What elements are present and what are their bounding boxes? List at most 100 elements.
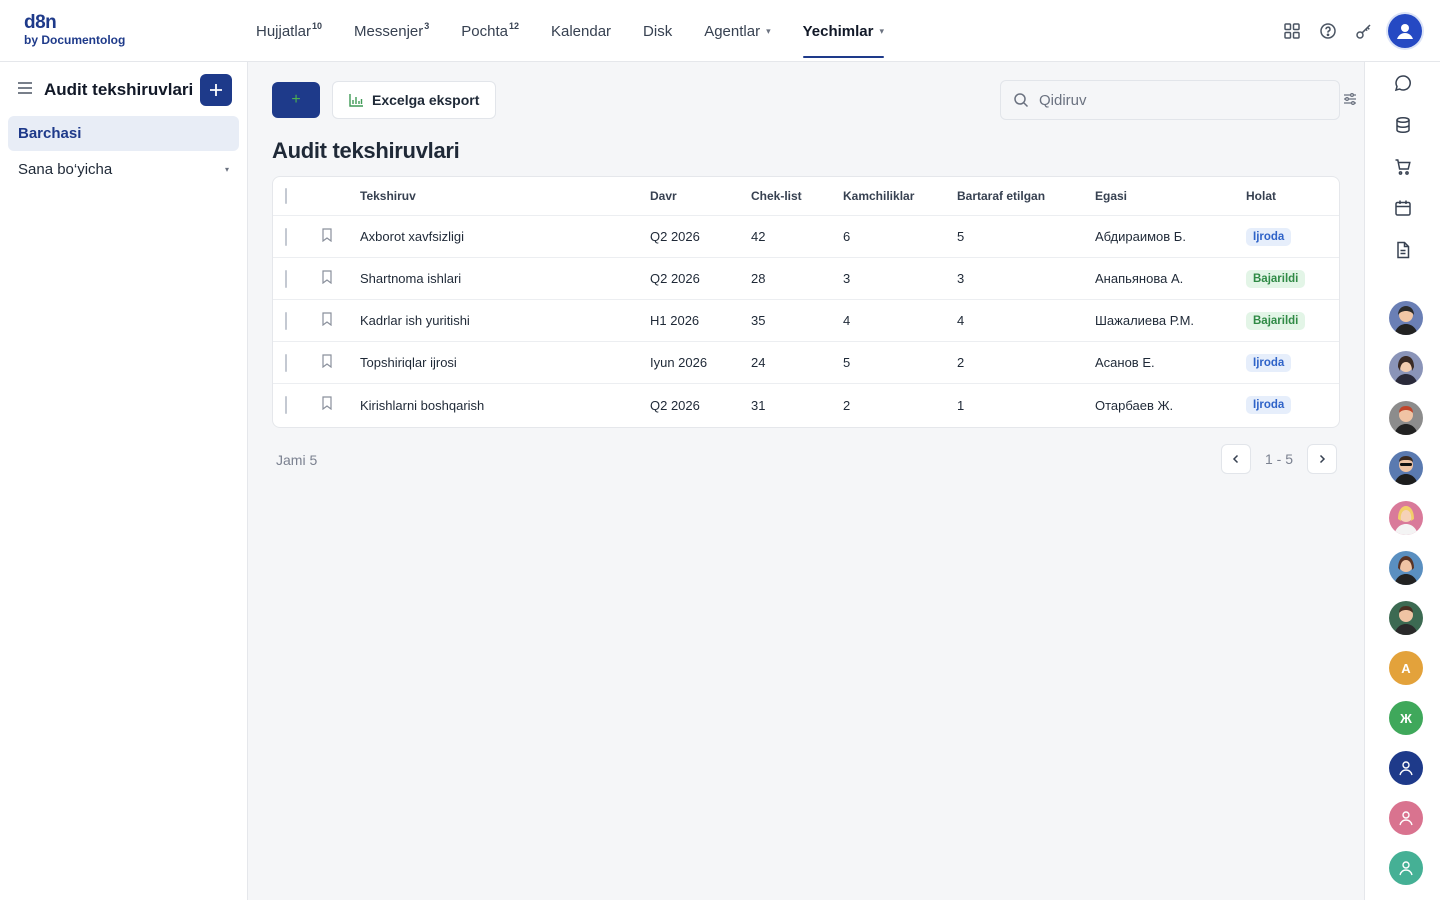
cell-bartaraf-etilgan: 4 [957, 313, 965, 328]
bookmark-icon[interactable] [321, 228, 333, 245]
cell-egasi: Шажалиева Р.М. [1095, 313, 1195, 328]
status-badge: Ijroda [1246, 396, 1292, 414]
nav-count-badge: 3 [424, 21, 430, 31]
column-resize-handle[interactable] [285, 188, 287, 204]
cell-kamchiliklar: 6 [843, 229, 851, 244]
table-row[interactable]: Kadrlar ish yuritishi H1 2026 35 4 4 Шаж… [273, 300, 1339, 342]
contact-avatar[interactable] [1389, 351, 1423, 385]
row-drag-handle[interactable] [285, 396, 287, 414]
nav-item-kalendar[interactable]: Kalendar [551, 0, 611, 62]
sidebar-item-sana-boyicha[interactable]: Sana bo‘yicha ▾ [8, 152, 239, 187]
cell-holat: Ijroda [1246, 216, 1292, 257]
row-drag-handle[interactable] [285, 354, 287, 372]
apps-grid-icon[interactable] [1274, 13, 1310, 49]
nav-label: Yechimlar [802, 22, 874, 40]
cell-tekshiruv: Kirishlarni boshqarish [360, 397, 485, 413]
add-audit-button[interactable]: + [272, 82, 320, 118]
sidebar-item-barchasi[interactable]: Barchasi [8, 116, 239, 151]
contact-avatar-initial[interactable]: A [1389, 651, 1423, 685]
help-icon[interactable] [1310, 13, 1346, 49]
menu-icon[interactable] [16, 79, 34, 102]
contact-avatar[interactable] [1389, 451, 1423, 485]
cell-davr: Q2 2026 [650, 397, 700, 413]
bar-chart-icon [349, 93, 364, 107]
cart-icon[interactable] [1391, 155, 1415, 179]
row-drag-handle[interactable] [285, 312, 287, 330]
prev-page-button[interactable] [1221, 444, 1251, 474]
column-header-davr[interactable]: Davr [650, 177, 677, 215]
nav-item-yechimlar[interactable]: Yechimlar ▾ [802, 0, 885, 62]
contact-avatar[interactable] [1389, 401, 1423, 435]
cell-egasi: Абдираимов Б. [1095, 229, 1186, 244]
key-icon[interactable] [1346, 13, 1382, 49]
cell-kamchiliklar: 3 [843, 271, 851, 286]
bookmark-icon[interactable] [321, 396, 333, 413]
contact-avatar[interactable] [1389, 601, 1423, 635]
cell-holat: Ijroda [1246, 342, 1292, 383]
table-row[interactable]: Topshiriqlar ijrosi Iyun 2026 24 5 2 Аса… [273, 342, 1339, 384]
column-header-holat[interactable]: Holat [1246, 177, 1276, 215]
cell-holat: Ijroda [1246, 384, 1292, 426]
table-row[interactable]: Axborot xavfsizligi Q2 2026 42 6 5 Абдир… [273, 216, 1339, 258]
nav-item-hujjatlar[interactable]: Hujjatlar 10 [256, 0, 322, 62]
search-input[interactable] [1039, 91, 1319, 109]
left-sidebar: Audit tekshiruvlari Barchasi Sana bo‘yic… [0, 62, 248, 900]
sidebar-item-label: Sana bo‘yicha [18, 161, 113, 178]
cell-chek-list: 35 [751, 313, 766, 328]
contact-avatar[interactable] [1389, 501, 1423, 535]
app-logo[interactable]: d8n by Documentolog [24, 12, 125, 48]
export-label: Excelga eksport [372, 92, 480, 108]
cell-bartaraf-etilgan: 5 [957, 229, 965, 244]
document-icon[interactable] [1391, 238, 1415, 262]
main-content: + Excelga eksport Audit tekshiruvlari Te… [248, 62, 1364, 900]
contact-avatar-user-icon[interactable] [1389, 751, 1423, 785]
column-header-tekshiruv[interactable]: Tekshiruv [360, 177, 416, 215]
cell-tekshiruv: Topshiriqlar ijrosi [360, 355, 457, 370]
status-badge: Bajarildi [1246, 311, 1306, 330]
pagination: 1 - 5 [1221, 444, 1337, 474]
table-row[interactable]: Kirishlarni boshqarish Q2 2026 31 2 1 От… [273, 384, 1339, 426]
next-page-button[interactable] [1307, 444, 1337, 474]
nav-item-disk[interactable]: Disk [643, 0, 672, 62]
cell-davr: H1 2026 [650, 313, 700, 328]
sidebar-title: Audit tekshiruvlari [44, 80, 194, 99]
row-drag-handle[interactable] [285, 270, 287, 288]
cell-kamchiliklar: 2 [843, 397, 851, 413]
contact-avatar[interactable] [1389, 301, 1423, 335]
cell-chek-list: 31 [751, 397, 766, 413]
cell-tekshiruv: Shartnoma ishlari [360, 271, 462, 286]
contact-avatar[interactable] [1389, 551, 1423, 585]
column-header-egasi[interactable]: Egasi [1095, 177, 1127, 215]
nav-count-badge: 10 [312, 21, 323, 31]
nav-item-messenjer[interactable]: Messenjer 3 [354, 0, 429, 62]
search-icon [1014, 93, 1029, 108]
bookmark-icon[interactable] [321, 270, 333, 287]
row-drag-handle[interactable] [285, 228, 287, 246]
nav-item-pochta[interactable]: Pochta 12 [461, 0, 519, 62]
column-header-bartaraf-etilgan[interactable]: Bartaraf etilgan [957, 177, 1045, 215]
logo-mark: d8n [24, 12, 57, 33]
chevron-down-icon: ▾ [879, 25, 885, 36]
status-badge: Ijroda [1246, 227, 1292, 246]
contact-avatar-initial[interactable]: Ж [1389, 701, 1423, 735]
chevron-down-icon: ▾ [224, 165, 229, 174]
calendar-icon[interactable] [1391, 196, 1415, 220]
page-range: 1 - 5 [1264, 451, 1293, 467]
chat-icon[interactable] [1391, 71, 1415, 95]
column-header-kamchiliklar[interactable]: Kamchiliklar [843, 177, 914, 215]
nav-item-agentlar[interactable]: Agentlar ▾ [704, 0, 770, 62]
database-icon[interactable] [1391, 113, 1415, 137]
excel-export-button[interactable]: Excelga eksport [332, 81, 497, 119]
column-header-chek-list[interactable]: Chek-list [751, 177, 802, 215]
filter-settings-icon[interactable] [1343, 92, 1357, 111]
sidebar-add-button[interactable] [200, 74, 232, 106]
header-actions [1274, 0, 1422, 62]
bookmark-icon[interactable] [321, 312, 333, 329]
search-box [1000, 80, 1340, 120]
user-avatar[interactable] [1388, 14, 1422, 48]
cell-bartaraf-etilgan: 3 [957, 271, 965, 286]
contact-avatar-user-icon[interactable] [1389, 851, 1423, 885]
contact-avatar-user-icon[interactable] [1389, 801, 1423, 835]
table-row[interactable]: Shartnoma ishlari Q2 2026 28 3 3 Анапьян… [273, 258, 1339, 300]
bookmark-icon[interactable] [321, 354, 333, 371]
